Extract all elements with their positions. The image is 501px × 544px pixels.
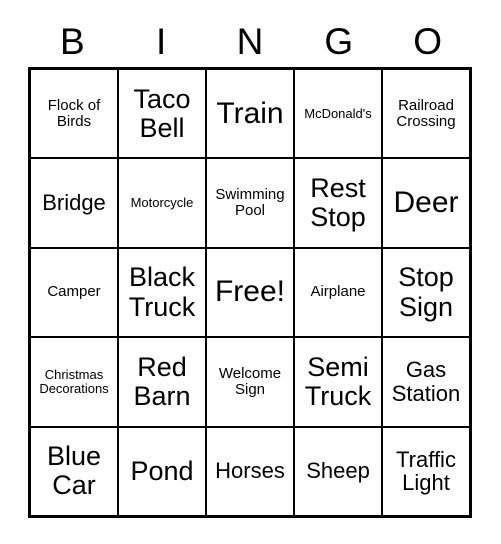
bingo-square[interactable]: Flock of Birds: [31, 70, 119, 158]
bingo-header-letter-n: N: [236, 20, 264, 62]
bingo-square[interactable]: Bridge: [31, 159, 119, 247]
bingo-square[interactable]: Swimming Pool: [207, 159, 295, 247]
bingo-square-label: Free!: [214, 275, 286, 309]
bingo-square-label: Sheep: [306, 458, 370, 484]
bingo-square[interactable]: Christmas Decorations: [31, 338, 119, 426]
bingo-square[interactable]: Black Truck: [119, 248, 207, 337]
bingo-square-label: Train: [216, 96, 284, 130]
bingo-square-label: McDonald's: [304, 105, 372, 121]
bingo-square-label: Horses: [215, 458, 285, 484]
bingo-square[interactable]: Stop Sign: [383, 248, 469, 337]
bingo-header-letter-o: O: [413, 20, 442, 62]
bingo-square[interactable]: Sheep: [295, 427, 383, 516]
bingo-square[interactable]: Railroad Crossing: [383, 70, 469, 158]
bingo-header: BINGO: [28, 17, 472, 65]
bingo-square-label: Swimming Pool: [215, 185, 285, 220]
bingo-card: B I N G O Flock of Birds Taco Bell Train McDona…: [0, 0, 501, 544]
bingo-square[interactable]: Airplane: [295, 248, 383, 337]
bingo-square-label: Rest Stop: [310, 172, 366, 233]
bingo-square-label: Black Truck: [128, 262, 196, 322]
bingo-header-letter-g: G: [324, 20, 354, 62]
bingo-row: Bridge Motorcycle Swimming Pool Rest Stop De…: [31, 159, 469, 249]
bingo-square[interactable]: Train: [207, 70, 295, 158]
bingo-square[interactable]: Traffic Light: [383, 427, 469, 516]
bingo-row: Camper Black Truck Free! Airplane Stop Sign: [31, 248, 469, 339]
bingo-square[interactable]: Red Barn: [119, 338, 207, 426]
bingo-square-label: Semi Truck: [304, 351, 372, 411]
bingo-square[interactable]: Camper: [31, 248, 119, 337]
bingo-square[interactable]: Taco Bell: [119, 70, 207, 158]
bingo-square-label: Christmas Decorations: [39, 366, 109, 396]
bingo-square[interactable]: Rest Stop: [295, 159, 383, 247]
bingo-square-label: Railroad Crossing: [396, 96, 456, 130]
bingo-square[interactable]: Horses: [207, 427, 295, 516]
bingo-square-label: Deer: [393, 185, 459, 219]
bingo-header-letter-b: B: [60, 20, 85, 62]
bingo-grid: Flock of Birds Taco Bell Train McDonald's Ra…: [28, 67, 472, 518]
bingo-square-label: Motorcycle: [130, 195, 194, 211]
bingo-square-label: Gas Station: [391, 357, 461, 406]
bingo-square[interactable]: Semi Truck: [295, 338, 383, 426]
bingo-row: Blue Car Pond Horses Sheep Traffic Light: [31, 427, 469, 516]
bingo-square[interactable]: Blue Car: [31, 427, 119, 516]
bingo-row: Christmas Decorations Red Barn Welcome Sig…: [31, 338, 469, 428]
bingo-free-space[interactable]: Free!: [207, 248, 295, 337]
bingo-square-label: Airplane: [310, 283, 366, 301]
bingo-square-label: Stop Sign: [398, 262, 454, 322]
bingo-square[interactable]: Pond: [119, 427, 207, 516]
bingo-square-label: Bridge: [42, 190, 106, 216]
bingo-header-letter-i: I: [156, 20, 167, 62]
bingo-square-label: Red Barn: [133, 351, 191, 411]
bingo-square[interactable]: Motorcycle: [119, 159, 207, 247]
bingo-square[interactable]: Deer: [383, 159, 469, 247]
bingo-square-label: Welcome Sign: [218, 364, 282, 398]
bingo-square[interactable]: Welcome Sign: [207, 338, 295, 426]
bingo-square-label: Camper: [47, 283, 101, 301]
bingo-square-label: Pond: [130, 455, 194, 486]
bingo-row: Flock of Birds Taco Bell Train McDonald's Ra…: [31, 70, 469, 160]
bingo-square-label: Blue Car: [46, 441, 102, 501]
bingo-square-label: Traffic Light: [396, 446, 456, 496]
bingo-square-label: Flock of Birds: [47, 96, 101, 130]
bingo-square[interactable]: McDonald's: [295, 70, 383, 158]
bingo-square-label: Taco Bell: [133, 83, 191, 143]
bingo-square[interactable]: Gas Station: [383, 338, 469, 426]
